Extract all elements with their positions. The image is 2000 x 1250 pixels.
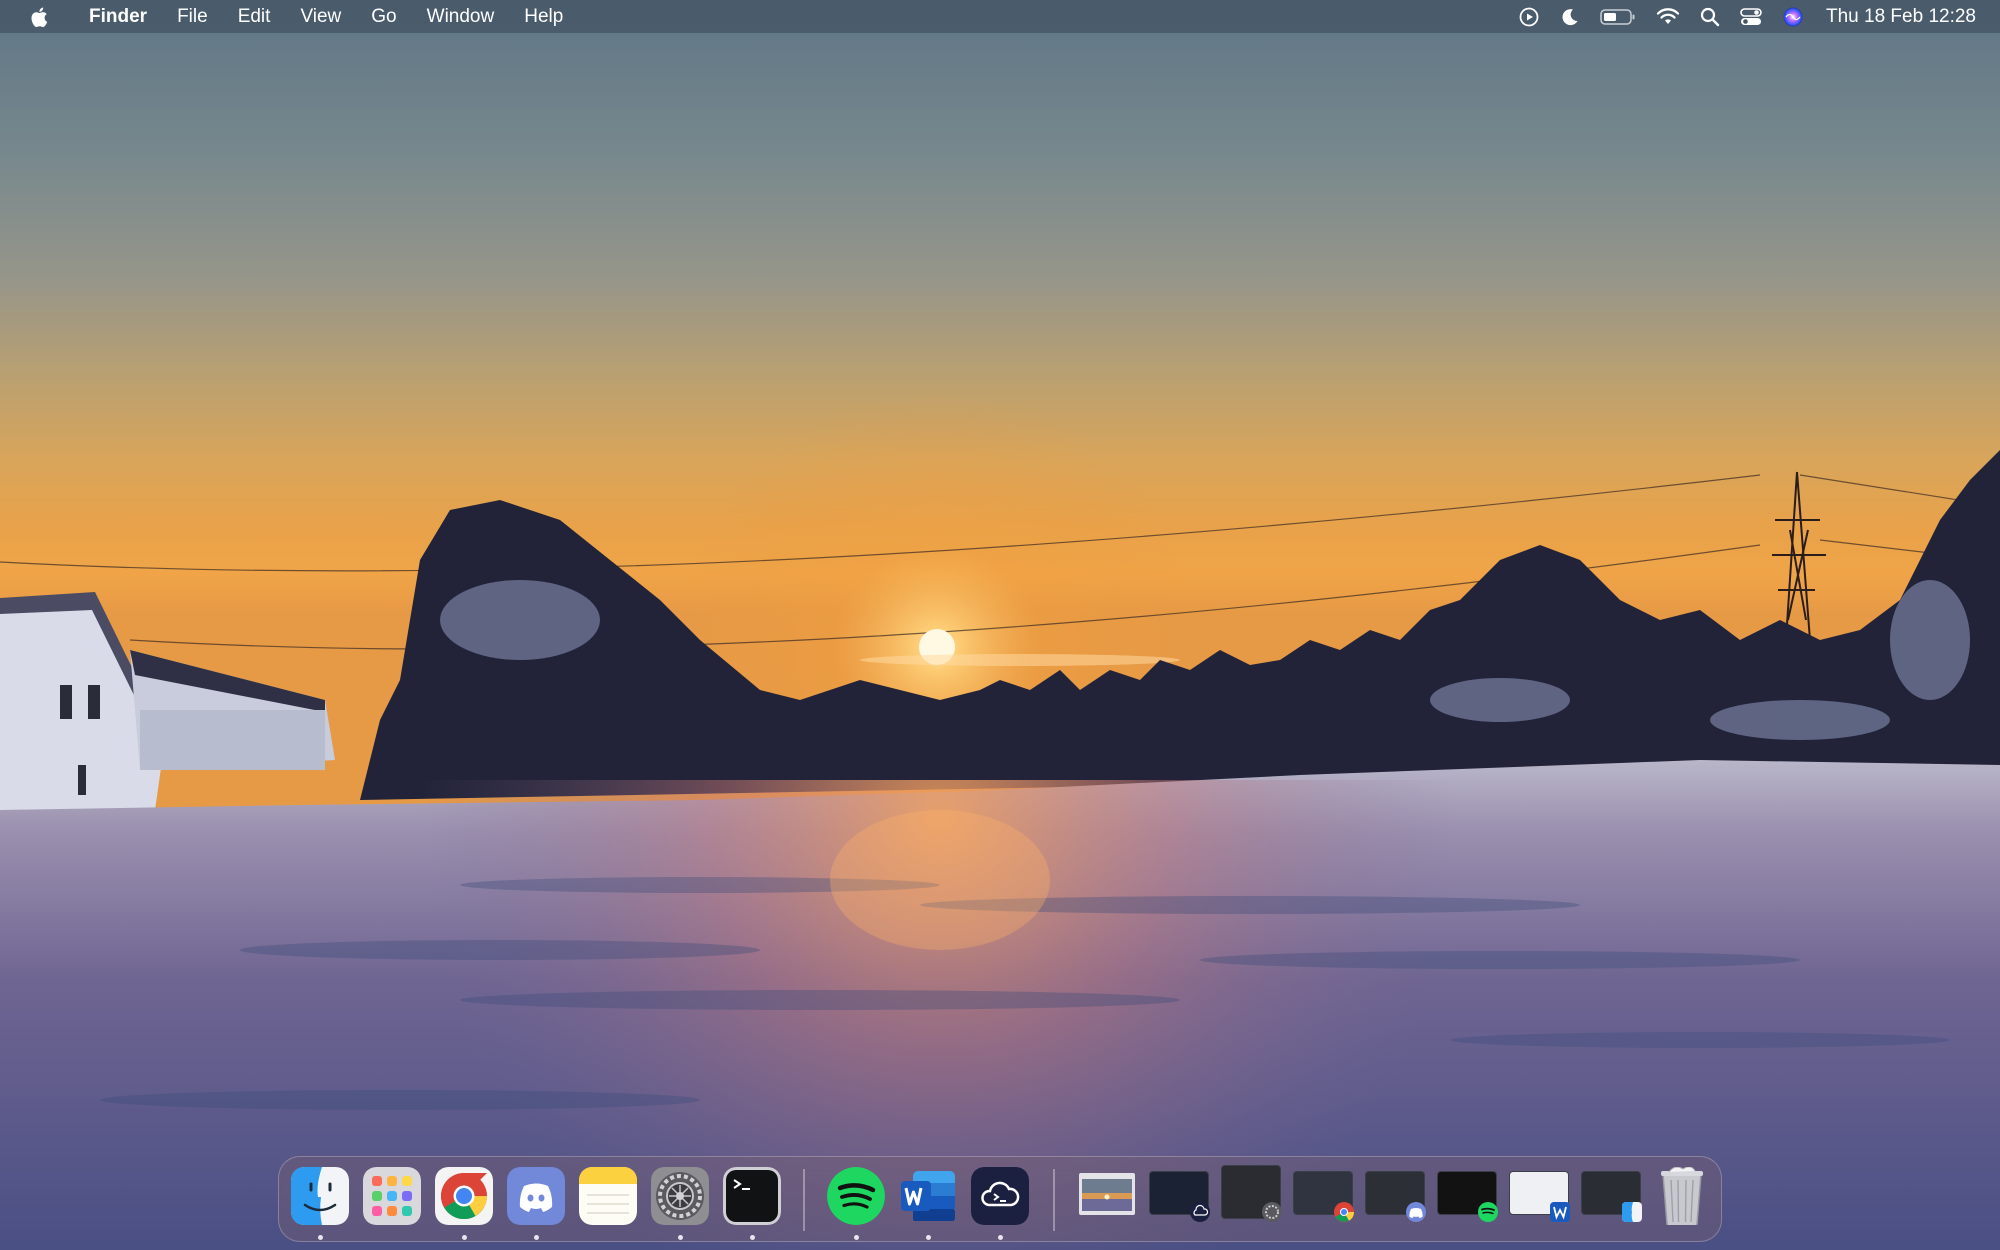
word-window-thumbnail-icon[interactable] <box>1509 1171 1570 1222</box>
spotify-running-indicator <box>854 1235 859 1240</box>
menu-view[interactable]: View <box>285 0 356 33</box>
now-playing-icon[interactable] <box>1518 0 1540 33</box>
menu-bar: Finder File Edit View Go Window Help Thu… <box>0 0 2000 33</box>
finder-running-indicator <box>318 1235 323 1240</box>
finder-icon[interactable] <box>291 1167 349 1225</box>
menu-go[interactable]: Go <box>356 0 411 33</box>
menu-help[interactable]: Help <box>509 0 578 33</box>
dock <box>278 1156 1722 1242</box>
word-running-indicator <box>926 1235 931 1240</box>
menu-window[interactable]: Window <box>412 0 510 33</box>
system-preferences-running-indicator <box>678 1235 683 1240</box>
winter-sunset-landscape <box>0 300 2000 1250</box>
dock-separator <box>1053 1169 1055 1231</box>
menu-bar-status-area: Thu 18 Feb 12:28 <box>1498 0 2000 33</box>
word-icon[interactable] <box>899 1167 957 1225</box>
menu-file[interactable]: File <box>162 0 223 33</box>
menu-bar-left: Finder File Edit View Go Window Help <box>0 0 578 33</box>
desktop-wallpaper <box>0 0 2000 1250</box>
notes-icon[interactable] <box>579 1167 637 1225</box>
apple-menu-icon[interactable] <box>25 0 55 33</box>
wifi-icon[interactable] <box>1656 0 1680 33</box>
do-not-disturb-moon-icon[interactable] <box>1560 0 1580 33</box>
cloud-app-running-indicator <box>998 1235 1003 1240</box>
discord-running-indicator <box>534 1235 539 1240</box>
cloud-app-window-thumbnail-icon[interactable] <box>1149 1171 1210 1222</box>
system-preferences-window-thumbnail-icon[interactable] <box>1221 1165 1282 1222</box>
dock-separator <box>803 1169 805 1231</box>
menu-bar-clock[interactable]: Thu 18 Feb 12:28 <box>1826 6 1976 28</box>
finder-window-thumbnail-icon[interactable] <box>1581 1171 1642 1222</box>
discord-window-thumbnail-icon[interactable] <box>1365 1171 1426 1222</box>
desktop-picture-thumbnail-icon[interactable] <box>1077 1171 1137 1219</box>
launchpad-icon[interactable] <box>363 1167 421 1225</box>
menu-app-name[interactable]: Finder <box>77 0 162 33</box>
menu-edit[interactable]: Edit <box>223 0 286 33</box>
system-preferences-icon[interactable] <box>651 1167 709 1225</box>
siri-icon[interactable] <box>1782 0 1804 33</box>
trash-icon[interactable] <box>1653 1167 1711 1225</box>
chrome-running-indicator <box>462 1235 467 1240</box>
chrome-icon[interactable] <box>435 1167 493 1225</box>
spotify-window-thumbnail-icon[interactable] <box>1437 1171 1498 1222</box>
spotlight-search-icon[interactable] <box>1700 0 1720 33</box>
discord-icon[interactable] <box>507 1167 565 1225</box>
spotify-icon[interactable] <box>827 1167 885 1225</box>
chrome-window-thumbnail-icon[interactable] <box>1293 1171 1355 1222</box>
terminal-running-indicator <box>750 1235 755 1240</box>
battery-icon[interactable] <box>1600 0 1636 33</box>
terminal-icon[interactable] <box>723 1167 781 1225</box>
control-center-icon[interactable] <box>1740 0 1762 33</box>
cloud-app-icon[interactable] <box>971 1167 1029 1225</box>
